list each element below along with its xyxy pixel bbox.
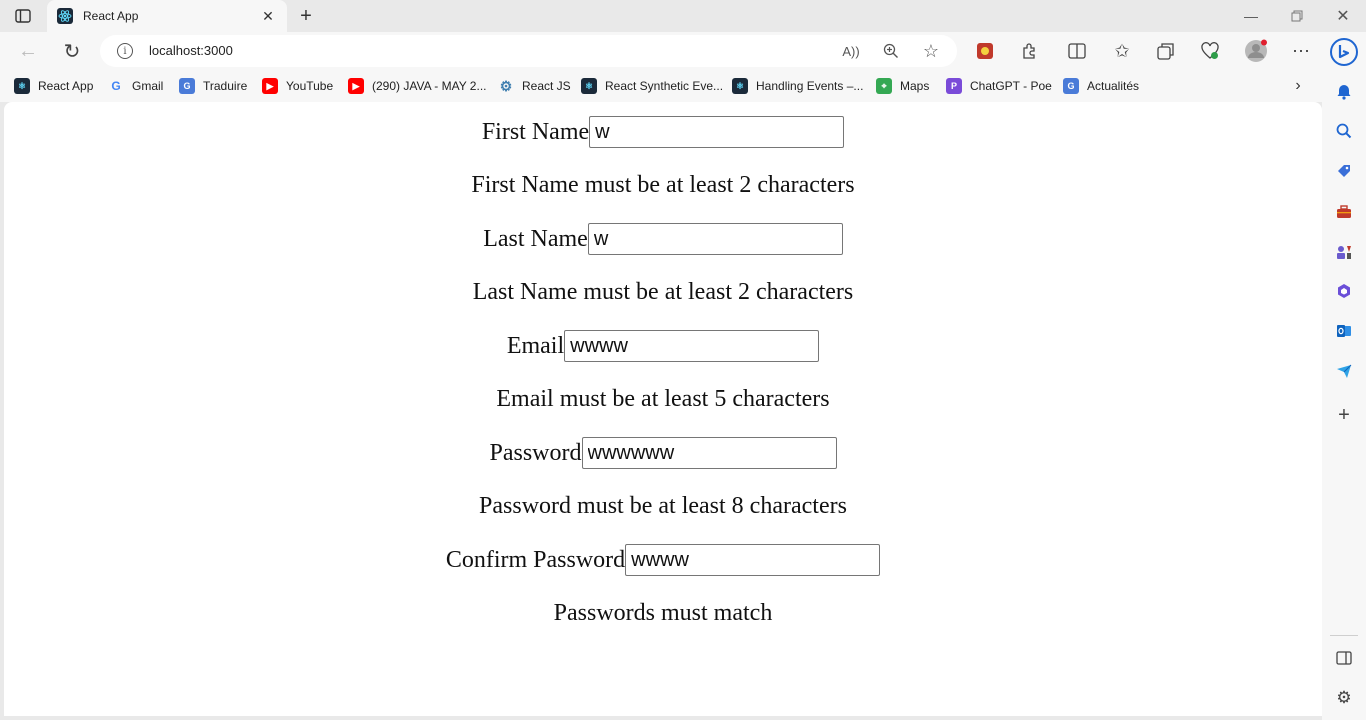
bookmark-react-js[interactable]: ⚙ React JS	[498, 78, 571, 94]
bookmark-chatgpt-poe[interactable]: P ChatGPT - Poe	[946, 78, 1052, 94]
close-icon[interactable]: ✕	[259, 8, 277, 25]
bookmark-label: React App	[38, 79, 94, 93]
first-name-error: First Name must be at least 2 characters	[471, 172, 855, 198]
password-row: Password	[4, 437, 1322, 469]
microsoft-365-icon[interactable]	[1334, 281, 1354, 301]
bookmark-label: Traduire	[203, 79, 248, 93]
last-name-label: Last Name	[483, 226, 588, 252]
news-icon: G	[1063, 78, 1079, 94]
split-screen-icon[interactable]	[1063, 37, 1091, 65]
gear-icon: ⚙	[499, 77, 513, 94]
window-close-icon[interactable]: ✕	[1320, 0, 1366, 32]
bookmark-gmail[interactable]: G Gmail	[108, 78, 163, 94]
bookmark-label: Maps	[900, 79, 930, 93]
bookmarks-bar: ⚛ React App G Gmail G Traduire ▶ YouTube…	[0, 70, 1322, 102]
zoom-icon[interactable]	[881, 41, 901, 61]
bookmark-java-may[interactable]: ▶ (290) JAVA - MAY 2...	[348, 78, 487, 94]
react-icon: ⚛	[581, 78, 597, 94]
maps-icon: ⌖	[876, 78, 892, 94]
url-text: localhost:3000	[149, 43, 233, 58]
bookmark-label: Handling Events –...	[756, 79, 864, 93]
first-name-input[interactable]	[589, 116, 845, 148]
email-row: Email	[4, 330, 1322, 362]
bookmark-actualites[interactable]: G Actualités	[1063, 78, 1139, 94]
bookmark-traduire[interactable]: G Traduire	[179, 78, 247, 94]
page-content: First Name First Name must be at least 2…	[4, 102, 1322, 716]
bookmark-label: Actualités	[1087, 79, 1140, 93]
password-label: Password	[489, 440, 582, 466]
games-icon[interactable]	[1334, 242, 1354, 262]
favorite-star-icon[interactable]: ☆	[921, 41, 941, 61]
bookmark-label: YouTube	[286, 79, 334, 93]
bookmark-label: React JS	[522, 79, 571, 93]
bookmark-react-app[interactable]: ⚛ React App	[14, 78, 93, 94]
tab-actions-icon[interactable]	[9, 5, 37, 27]
favorites-icon[interactable]: ✩	[1108, 37, 1136, 65]
add-icon[interactable]: +	[1334, 404, 1354, 426]
collections-icon[interactable]	[1152, 37, 1180, 65]
chevron-right-icon[interactable]: ›	[1288, 76, 1308, 96]
email-label: Email	[506, 333, 565, 359]
tab-strip: React App ✕ + — ✕	[0, 0, 1366, 32]
last-name-input[interactable]	[587, 223, 843, 255]
bookmark-maps[interactable]: ⌖ Maps	[876, 78, 929, 94]
notification-bell-icon[interactable]	[1334, 82, 1354, 102]
tab-title: React App	[83, 9, 139, 23]
refresh-icon[interactable]: ↻	[58, 37, 86, 65]
send-paper-plane-icon[interactable]	[1334, 361, 1354, 381]
confirm-password-error: Passwords must match	[553, 600, 773, 626]
email-error: Email must be at least 5 characters	[496, 386, 830, 412]
bookmark-youtube[interactable]: ▶ YouTube	[262, 78, 333, 94]
bookmark-label: React Synthetic Eve...	[605, 79, 724, 93]
info-icon[interactable]: i	[117, 43, 133, 59]
bookmark-label: Gmail	[132, 79, 164, 93]
password-error: Password must be at least 8 characters	[479, 493, 847, 519]
first-name-row: First Name	[4, 116, 1322, 148]
extension-red-icon[interactable]	[971, 37, 999, 65]
read-aloud-icon[interactable]: A))	[841, 41, 861, 61]
performance-heart-icon[interactable]	[1196, 37, 1224, 65]
first-name-label: First Name	[481, 119, 590, 145]
extensions-puzzle-icon[interactable]	[1015, 37, 1043, 65]
last-name-error: Last Name must be at least 2 characters	[472, 279, 854, 305]
bookmark-label: ChatGPT - Poe	[970, 79, 1052, 93]
translate-icon: G	[179, 78, 195, 94]
react-icon: ⚛	[732, 78, 748, 94]
last-name-row: Last Name	[4, 223, 1322, 255]
shopping-tag-icon[interactable]	[1334, 161, 1354, 181]
confirm-password-row: Confirm Password	[4, 544, 1322, 576]
address-bar[interactable]: i localhost:3000 A)) ☆	[100, 35, 957, 67]
toolbar: ← ↻ i localhost:3000 A)) ☆ ✩ ⋯	[0, 32, 1322, 70]
restore-icon[interactable]	[1274, 0, 1320, 32]
youtube-icon: ▶	[348, 78, 364, 94]
tab-react-app[interactable]: React App ✕	[47, 0, 287, 32]
bookmark-label: (290) JAVA - MAY 2...	[372, 79, 487, 93]
confirm-password-input[interactable]	[625, 544, 881, 576]
password-input[interactable]	[581, 437, 837, 469]
hide-sidebar-icon[interactable]	[1334, 648, 1354, 668]
google-icon: G	[111, 79, 121, 93]
back-arrow-icon[interactable]: ←	[14, 37, 42, 65]
react-icon: ⚛	[14, 78, 30, 94]
new-tab-icon[interactable]: +	[294, 4, 318, 28]
profile-avatar[interactable]	[1242, 37, 1270, 65]
react-icon	[57, 8, 73, 24]
more-menu-icon[interactable]: ⋯	[1287, 37, 1315, 65]
sidebar-divider	[1330, 635, 1358, 636]
edge-sidebar: + ⚙	[1322, 32, 1366, 720]
bookmark-react-synthetic-events[interactable]: ⚛ React Synthetic Eve...	[581, 78, 723, 94]
tools-briefcase-icon[interactable]	[1334, 202, 1354, 222]
settings-gear-icon[interactable]: ⚙	[1334, 688, 1354, 708]
confirm-password-label: Confirm Password	[445, 547, 626, 573]
bing-copilot-icon[interactable]	[1330, 38, 1358, 66]
search-icon[interactable]	[1334, 121, 1354, 141]
poe-icon: P	[946, 78, 962, 94]
outlook-icon[interactable]	[1334, 321, 1354, 341]
minimize-icon[interactable]: —	[1228, 0, 1274, 32]
bookmark-handling-events[interactable]: ⚛ Handling Events –...	[732, 78, 863, 94]
email-input[interactable]	[564, 330, 820, 362]
youtube-icon: ▶	[262, 78, 278, 94]
